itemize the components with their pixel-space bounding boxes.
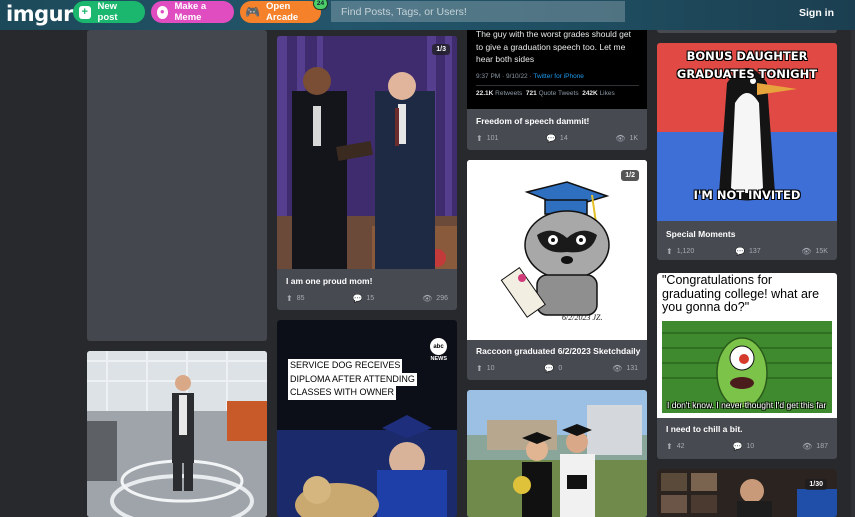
post-stats: ⬆ 101 💬 14 👁 1K [476,134,638,143]
post-card-graduation-couple[interactable] [467,390,647,517]
post-card-proud-mom[interactable]: 1/3 I am one proud mom! ⬆ 85 💬 15 👁 296 [277,36,457,310]
meme-face-icon: ● [157,5,168,19]
post-title: Special Moments [666,229,736,239]
post-stats: ⬆ 85 💬 15 👁 296 [286,294,448,303]
eye-icon: 👁 [422,294,433,303]
meme-image: "Congratulations for graduating college!… [657,273,837,418]
post-title: Raccoon graduated 6/2/2023 Sketchdaily [476,346,641,356]
tweet-metrics: 22.1K Retweets 721 Quote Tweets 242K Lik… [476,90,639,97]
post-image [277,36,457,269]
retweet-count: 22.1K [476,89,494,97]
view-count: 296 [436,295,448,302]
view-count: 131 [626,365,638,372]
view-count: 15K [815,248,828,255]
image-count-badge: 1/2 [621,170,639,181]
up-arrow-icon[interactable]: ⬆ [476,134,483,143]
image-count-badge: 1/30 [805,479,827,490]
eye-icon: 👁 [612,364,623,373]
news-caption: SERVICE DOG RECEIVES DIPLOMA AFTER ATTEN… [288,359,417,400]
post-stats: ⬆ 1,120 💬 137 👁 15K [666,247,828,256]
post-card-freedom-of-speech[interactable]: The guy with the worst grades should get… [467,20,647,150]
speech-bubble-icon[interactable]: 💬 [735,247,745,256]
arcade-badge: 24 [313,0,328,10]
tweet-divider [476,84,639,86]
post-image: 6/2/2023 JZ. [467,160,647,340]
eye-icon: 👁 [615,134,626,143]
image-count-badge: 1/3 [432,44,450,55]
upvote-count: 85 [296,295,305,302]
post-card-photo-collage[interactable]: 1/30 [657,469,837,517]
tweet-text: The guy with the worst grades should get… [476,29,631,64]
upvote-count: 10 [486,365,495,372]
upvote-count: 101 [486,135,499,142]
comment-count: 14 [559,135,568,142]
meme-top-text: BONUS DAUGHTER GRADUATES TONIGHT [676,49,818,81]
up-arrow-icon[interactable]: ⬆ [666,442,673,451]
post-stats: ⬆ 42 💬 10 👁 187 [666,442,828,451]
upvote-count: 42 [676,443,685,450]
post-card-raccoon[interactable]: 6/2/2023 JZ. 1/2 Raccoon graduated 6/2/2… [467,160,647,380]
up-arrow-icon[interactable]: ⬆ [666,247,673,256]
comment-count: 15 [366,295,375,302]
tweet-time: 9:37 PM · 9/10/22 · [476,72,534,80]
sign-in-link[interactable]: Sign in [799,7,834,19]
quote-count: 721 [525,89,537,97]
post-image [87,351,267,517]
speech-bubble-icon[interactable]: 💬 [352,294,362,303]
post-card-special-moments[interactable]: BONUS DAUGHTER GRADUATES TONIGHT I'M NOT… [657,43,837,260]
news-logo-sub: NEWS [430,356,448,362]
comment-count: 10 [746,443,755,450]
eye-icon: 👁 [802,442,813,451]
quote-label: Quote Tweets [538,89,579,97]
make-meme-button[interactable]: ● Make a Meme [151,1,234,23]
retweet-label: Retweets [495,89,523,97]
post-title: I am one proud mom! [286,276,373,286]
like-label: Likes [599,89,615,97]
open-arcade-button[interactable]: 🎮 Open Arcade [240,1,321,23]
eye-icon: 👁 [801,247,812,256]
up-arrow-icon[interactable]: ⬆ [286,294,293,303]
caption-line: CLASSES WITH OWNER [288,386,397,400]
tweet-screenshot: The guy with the worst grades should get… [467,20,647,109]
imgur-logo[interactable]: imgur [6,2,73,26]
top-navigation-bar: imgur + New post ● Make a Meme 🎮 Open Ar… [0,0,855,30]
post-image [467,390,647,517]
news-logo: abc [430,338,447,355]
new-post-label: New post [97,1,118,23]
post-title: Freedom of speech dammit! [476,116,590,126]
plus-icon: + [79,5,91,19]
post-image [657,469,837,517]
like-count: 242K [582,89,598,97]
post-card-empty[interactable] [87,30,267,341]
caption-line: DIPLOMA AFTER ATTENDING [288,372,417,386]
post-stats: ⬆ 10 💬 0 👁 131 [476,364,638,373]
post-card-graduate-stairs[interactable] [87,351,267,517]
gamepad-icon: 🎮 [245,5,260,19]
page-scrollbar[interactable] [851,30,855,517]
speech-bubble-icon[interactable]: 💬 [544,364,554,373]
meme-caption: I don't know. I never thought I'd get th… [667,400,827,410]
drawing-date: 6/2/2023 JZ. [562,313,602,322]
tweet-client: Twitter for iPhone [533,72,584,80]
speech-bubble-icon[interactable]: 💬 [732,442,742,451]
post-title: I need to chill a bit. [666,424,743,434]
meme-text: "Congratulations for graduating college!… [662,273,820,314]
tweet-meta: 9:37 PM · 9/10/22 · Twitter for iPhone [476,73,639,80]
speech-bubble-icon[interactable]: 💬 [546,134,556,143]
meme-bottom-text: I'M NOT INVITED [693,188,801,202]
up-arrow-icon[interactable]: ⬆ [476,364,483,373]
new-post-button[interactable]: + New post [73,1,145,23]
news-logo-text: abc [433,343,444,350]
view-count: 187 [816,443,828,450]
make-meme-label: Make a Meme [174,1,207,23]
search-input[interactable] [331,1,625,22]
post-card-chill[interactable]: "Congratulations for graduating college!… [657,273,837,459]
view-count: 1K [629,135,638,142]
post-card-service-dog[interactable]: abc NEWS SERVICE DOG RECEIVES DIPLOMA AF… [277,320,457,517]
comment-count: 137 [748,248,761,255]
comment-count: 0 [558,365,563,372]
caption-line: SERVICE DOG RECEIVES [288,359,403,373]
upvote-count: 1,120 [676,248,695,255]
open-arcade-label: Open Arcade [266,1,299,23]
